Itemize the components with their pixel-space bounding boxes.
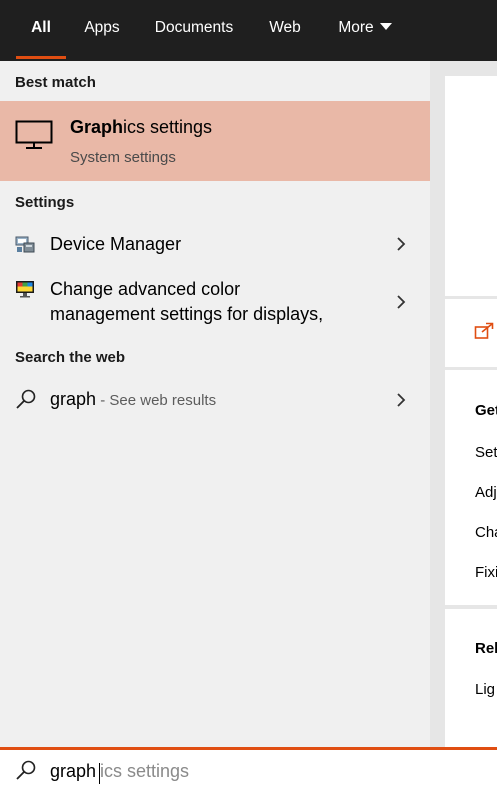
preview-related-header: Rel bbox=[475, 640, 497, 657]
open-icon[interactable] bbox=[474, 322, 494, 340]
color-display-icon bbox=[16, 281, 34, 298]
tab-web[interactable]: Web bbox=[262, 0, 308, 61]
web-query: graph bbox=[50, 389, 97, 409]
tab-documents-label: Documents bbox=[154, 19, 234, 36]
best-match-item[interactable] bbox=[0, 101, 430, 181]
monitor-icon bbox=[15, 120, 53, 149]
search-icon bbox=[16, 389, 36, 409]
best-match-title-rest: ics settings bbox=[123, 117, 213, 137]
device-manager-icon bbox=[15, 236, 35, 253]
web-result-text: graph - See web results bbox=[50, 389, 216, 410]
preview-get-item-3[interactable]: Cha bbox=[475, 524, 497, 541]
tab-all-label: All bbox=[31, 19, 51, 36]
preview-card-related bbox=[445, 609, 497, 747]
search-tabs-bar: All Apps Documents Web More bbox=[0, 0, 497, 61]
best-match-title: Graphics settings bbox=[70, 117, 212, 138]
tab-web-label: Web bbox=[269, 19, 301, 36]
color-management-line2: management settings for displays, bbox=[50, 304, 324, 324]
tab-more[interactable]: More bbox=[330, 0, 400, 61]
tab-apps[interactable]: Apps bbox=[76, 0, 128, 61]
tab-more-label: More bbox=[338, 19, 374, 36]
web-suffix: - See web results bbox=[96, 392, 217, 409]
best-match-subtitle: System settings bbox=[70, 149, 176, 166]
settings-header: Settings bbox=[15, 194, 75, 211]
chevron-right-icon[interactable] bbox=[394, 236, 408, 252]
best-match-title-bold: Graph bbox=[70, 117, 124, 137]
active-tab-indicator bbox=[16, 56, 66, 59]
search-input[interactable]: graph bbox=[50, 761, 96, 782]
tab-all[interactable]: All bbox=[16, 0, 66, 61]
tab-documents[interactable]: Documents bbox=[146, 0, 242, 61]
color-management-line1: Change advanced color bbox=[50, 279, 241, 299]
chevron-right-icon[interactable] bbox=[394, 294, 408, 310]
preview-get-item-4[interactable]: Fixi bbox=[475, 564, 497, 581]
preview-get-item-1[interactable]: Set bbox=[475, 444, 497, 461]
best-match-header: Best match bbox=[15, 74, 96, 91]
chevron-right-icon[interactable] bbox=[394, 392, 408, 408]
device-manager-label: Device Manager bbox=[50, 234, 182, 254]
search-autocomplete: ics settings bbox=[100, 761, 190, 781]
chevron-down-icon bbox=[379, 22, 392, 30]
preview-get-header: Get bbox=[475, 402, 497, 419]
search-web-header: Search the web bbox=[15, 349, 126, 366]
tab-apps-label: Apps bbox=[84, 19, 120, 36]
preview-get-item-2[interactable]: Adj bbox=[475, 484, 497, 501]
preview-card-top bbox=[445, 76, 497, 296]
preview-related-item-1[interactable]: Lig bbox=[475, 681, 497, 698]
search-icon bbox=[16, 760, 36, 780]
